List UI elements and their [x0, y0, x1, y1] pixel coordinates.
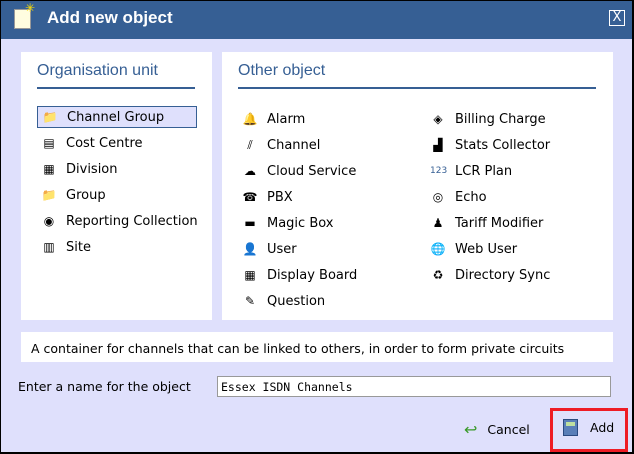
- object-description: A container for channels that can be lin…: [21, 332, 613, 362]
- building-icon: ▥: [43, 240, 55, 254]
- item-label: Tariff Modifier: [455, 215, 544, 231]
- list-item-group[interactable]: 📁 Group: [41, 184, 106, 206]
- list-item-reporting-collection[interactable]: ◉ Reporting Collection: [41, 210, 198, 232]
- panel-heading: Organisation unit: [37, 62, 158, 79]
- other-object-panel: Other object 🔔 Alarm ⫽ Channel ☁ Cloud Servic…: [222, 52, 613, 320]
- divider: [37, 87, 195, 89]
- add-button[interactable]: Add: [563, 419, 614, 436]
- list-item-magic-box[interactable]: ▬ Magic Box: [242, 212, 334, 234]
- sync-icon: ♻: [432, 268, 444, 282]
- list-item-channel[interactable]: ⫽ Channel: [242, 134, 320, 156]
- close-button[interactable]: X: [609, 10, 625, 26]
- add-label: Add: [590, 420, 615, 435]
- object-name-input[interactable]: [217, 376, 611, 397]
- echo-icon: ◎: [432, 190, 444, 204]
- list-item-cost-centre[interactable]: ▤ Cost Centre: [41, 132, 143, 154]
- list-item-question[interactable]: ✎ Question: [242, 290, 325, 312]
- question-icon: ✎: [244, 294, 256, 308]
- item-label: Web User: [455, 241, 518, 257]
- list-item-cloud-service[interactable]: ☁ Cloud Service: [242, 160, 356, 182]
- item-label: Division: [66, 161, 118, 177]
- panel-heading: Other object: [238, 62, 326, 79]
- cost-centre-icon: ▤: [43, 136, 55, 150]
- list-item-display-board[interactable]: ▦ Display Board: [242, 264, 357, 286]
- item-label: Channel: [267, 137, 321, 153]
- item-label: Billing Charge: [455, 111, 546, 127]
- magic-box-icon: ▬: [244, 216, 256, 230]
- add-object-dialog: Add new object X Organisation unit 📁 Chan…: [1, 1, 632, 452]
- lcr-plan-icon: 123: [430, 166, 448, 176]
- stats-collector-icon: ▟: [433, 138, 443, 152]
- list-item-division[interactable]: ▦ Division: [41, 158, 118, 180]
- item-label: Alarm: [267, 111, 306, 127]
- billing-charge-icon: ◈: [433, 112, 443, 126]
- new-object-icon: [14, 1, 35, 29]
- folder-icon: 📁: [41, 188, 57, 202]
- item-label: Site: [66, 239, 91, 255]
- undo-arrow-icon: ↩: [464, 420, 478, 439]
- list-item-web-user[interactable]: 🌐 Web User: [430, 238, 518, 260]
- cancel-button[interactable]: ↩ Cancel: [464, 420, 530, 439]
- tariff-modifier-icon: ♟: [432, 216, 444, 230]
- list-item-billing-charge[interactable]: ◈ Billing Charge: [430, 108, 546, 130]
- dialog-title: Add new object: [47, 8, 173, 27]
- list-item-alarm[interactable]: 🔔 Alarm: [242, 108, 306, 130]
- organisation-unit-panel: Organisation unit 📁 Channel Group ▤ Cost Ce…: [21, 52, 212, 320]
- display-board-icon: ▦: [244, 268, 256, 282]
- item-label: Question: [267, 293, 326, 309]
- list-item-echo[interactable]: ◎ Echo: [430, 186, 487, 208]
- item-label: Group: [66, 187, 106, 203]
- reporting-collection-icon: ◉: [43, 214, 55, 228]
- name-label: Enter a name for the object: [18, 379, 191, 394]
- folder-chart-icon: 📁: [42, 110, 58, 124]
- list-item-directory-sync[interactable]: ♻ Directory Sync: [430, 264, 551, 286]
- item-label: Echo: [455, 189, 487, 205]
- item-label: Display Board: [267, 267, 358, 283]
- list-item-stats-collector[interactable]: ▟ Stats Collector: [430, 134, 550, 156]
- item-label: Cost Centre: [66, 135, 143, 151]
- division-icon: ▦: [43, 162, 55, 176]
- channel-icon: ⫽: [247, 138, 253, 152]
- item-label: Channel Group: [67, 109, 165, 125]
- list-item-lcr-plan[interactable]: 123 LCR Plan: [430, 160, 512, 182]
- item-label: PBX: [267, 189, 293, 205]
- item-label: Directory Sync: [455, 267, 551, 283]
- item-label: Cloud Service: [267, 163, 357, 179]
- alarm-bell-icon: 🔔: [242, 112, 258, 126]
- item-label: Stats Collector: [455, 137, 551, 153]
- user-icon: 👤: [242, 242, 258, 256]
- list-item-channel-group[interactable]: 📁 Channel Group: [37, 106, 197, 128]
- cloud-icon: ☁: [244, 164, 256, 178]
- list-item-user[interactable]: 👤 User: [242, 238, 297, 260]
- save-disk-icon: [563, 419, 578, 436]
- cancel-label: Cancel: [487, 422, 530, 437]
- item-label: Reporting Collection: [66, 213, 198, 229]
- divider: [238, 87, 596, 89]
- list-item-site[interactable]: ▥ Site: [41, 236, 91, 258]
- item-label: Magic Box: [267, 215, 334, 231]
- list-item-tariff-modifier[interactable]: ♟ Tariff Modifier: [430, 212, 544, 234]
- title-bar: Add new object X: [1, 1, 632, 39]
- item-label: LCR Plan: [455, 163, 513, 179]
- pbx-icon: ☎: [242, 190, 258, 204]
- item-label: User: [267, 241, 297, 257]
- globe-icon: 🌐: [430, 242, 446, 256]
- list-item-pbx[interactable]: ☎ PBX: [242, 186, 293, 208]
